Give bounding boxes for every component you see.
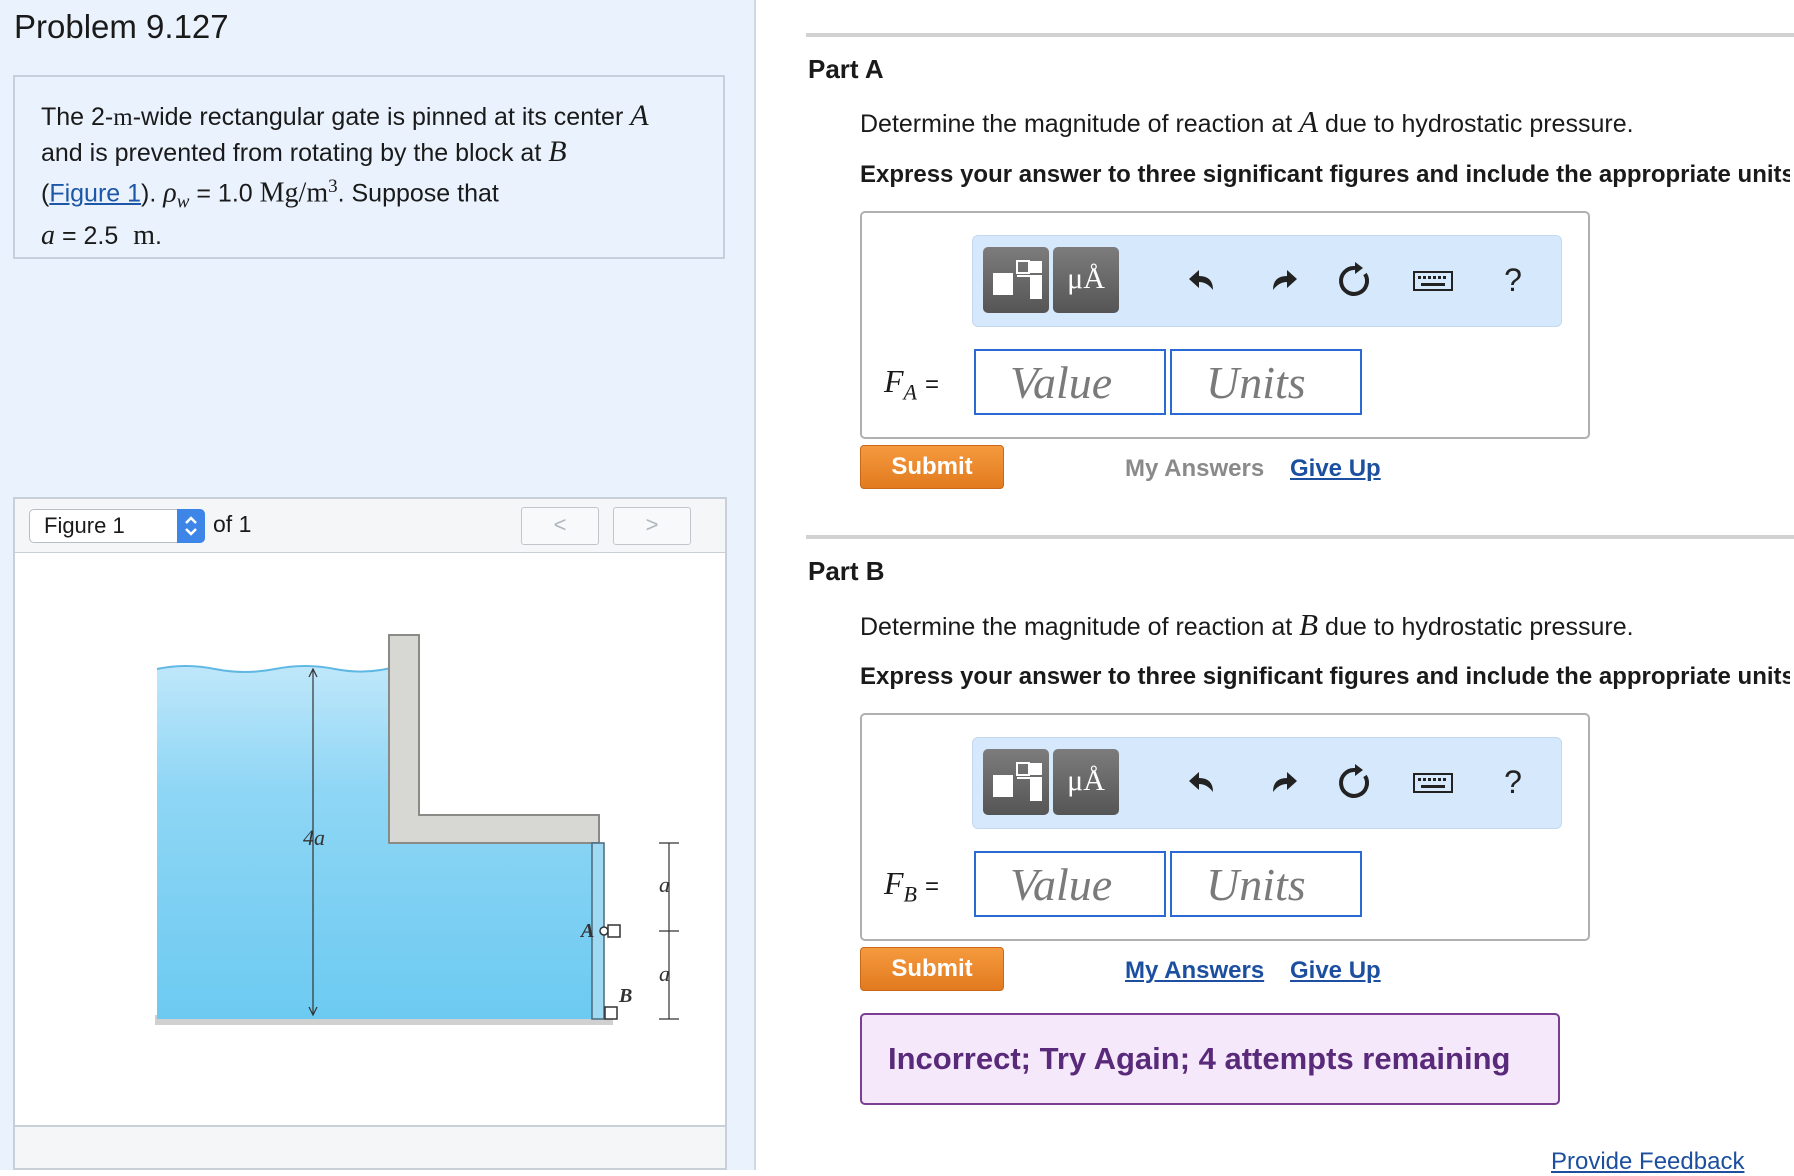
figure-toolbar: Figure 1 of 1 < > bbox=[13, 497, 727, 553]
equals-sign: = bbox=[925, 873, 940, 900]
figure-count: of 1 bbox=[213, 511, 252, 537]
value-input[interactable] bbox=[974, 851, 1166, 917]
units-icon[interactable]: μÅ bbox=[1053, 247, 1119, 313]
rho-equals: = 1.0 bbox=[196, 179, 253, 208]
part-b-my-answers-link[interactable]: My Answers bbox=[1125, 957, 1264, 985]
a-top-label: a bbox=[659, 872, 670, 897]
height-label: 4a bbox=[303, 825, 325, 850]
figure-image: 4a a a A B bbox=[13, 553, 727, 1125]
unit-m: m bbox=[113, 104, 133, 131]
provide-feedback-link[interactable]: Provide Feedback bbox=[1551, 1148, 1744, 1176]
reset-icon[interactable] bbox=[1335, 260, 1375, 300]
part-b-give-up-link[interactable]: Give Up bbox=[1290, 957, 1381, 985]
problem-text: -wide rectangular gate is pinned at its … bbox=[132, 103, 624, 131]
part-b-question: Determine the magnitude of reaction at B… bbox=[860, 607, 1634, 643]
figure-select-value: Figure 1 bbox=[44, 513, 125, 538]
symbol-B: B bbox=[548, 135, 567, 168]
reset-icon[interactable] bbox=[1335, 762, 1375, 802]
value-input[interactable] bbox=[974, 349, 1166, 415]
part-divider bbox=[806, 33, 1794, 37]
units-input[interactable] bbox=[1170, 349, 1362, 415]
problem-text: The 2- bbox=[41, 103, 114, 131]
keyboard-icon[interactable] bbox=[1413, 762, 1453, 802]
left-panel: Problem 9.127 The 2-m-wide rectangular g… bbox=[0, 0, 756, 1170]
templates-icon[interactable] bbox=[983, 247, 1049, 313]
pin-A bbox=[599, 926, 609, 936]
part-a-label[interactable]: Part A bbox=[808, 54, 884, 85]
pin-support bbox=[607, 924, 621, 938]
part-b-label[interactable]: Part B bbox=[808, 556, 885, 587]
rho-sub: w bbox=[176, 191, 190, 213]
keyboard-icon[interactable] bbox=[1413, 260, 1453, 300]
equals-sign: = bbox=[925, 371, 940, 398]
help-icon[interactable]: ? bbox=[1493, 762, 1533, 802]
part-b-submit-button[interactable]: Submit bbox=[860, 947, 1004, 991]
period: . bbox=[155, 222, 162, 251]
var-label-FB: FB = bbox=[884, 865, 939, 907]
part-a-instruction: Express your answer to three significant… bbox=[860, 161, 1790, 188]
var-label-FA: FA = bbox=[884, 363, 939, 405]
question-text: due to hydrostatic pressure. bbox=[1325, 613, 1634, 641]
math-toolbar: μÅ ? bbox=[972, 737, 1562, 829]
units-icon[interactable]: μÅ bbox=[1053, 749, 1119, 815]
question-symbol: A bbox=[1299, 104, 1319, 139]
part-b-answer-box: μÅ ? FB = bbox=[860, 713, 1590, 941]
redo-icon[interactable] bbox=[1263, 260, 1303, 300]
chevron-updown-icon bbox=[177, 509, 205, 543]
feedback-message: Incorrect; Try Again; 4 attempts remaini… bbox=[860, 1013, 1560, 1105]
problem-title: Problem 9.127 bbox=[14, 8, 229, 45]
point-A-label: A bbox=[579, 920, 594, 942]
units-input[interactable] bbox=[1170, 851, 1362, 917]
math-toolbar: μÅ ? bbox=[972, 235, 1562, 327]
part-a-question: Determine the magnitude of reaction at A… bbox=[860, 104, 1634, 140]
templates-icon[interactable] bbox=[983, 749, 1049, 815]
question-text: Determine the magnitude of reaction at bbox=[860, 613, 1293, 641]
a-value: = 2.5 bbox=[61, 222, 119, 251]
symbol-A: A bbox=[630, 99, 649, 132]
question-text: due to hydrostatic pressure. bbox=[1325, 110, 1634, 138]
problem-text: and is prevented from rotating by the bl… bbox=[41, 139, 542, 167]
rho-exp: 3 bbox=[328, 176, 338, 197]
var-subscript: A bbox=[903, 379, 917, 405]
var-symbol: F bbox=[884, 363, 904, 399]
part-a-my-answers-link[interactable]: My Answers bbox=[1125, 455, 1264, 483]
var-subscript: B bbox=[903, 881, 917, 907]
redo-icon[interactable] bbox=[1263, 762, 1303, 802]
part-a-submit-button[interactable]: Submit bbox=[860, 445, 1004, 489]
part-b-instruction: Express your answer to three significant… bbox=[860, 663, 1790, 690]
rho-unit: Mg/m bbox=[259, 177, 329, 209]
next-figure-button[interactable]: > bbox=[613, 507, 691, 545]
question-symbol: B bbox=[1299, 607, 1319, 642]
rho-symbol: ρ bbox=[163, 177, 177, 209]
a-unit: m bbox=[133, 220, 155, 252]
figure-link[interactable]: Figure 1 bbox=[49, 179, 141, 207]
figure-select[interactable]: Figure 1 bbox=[29, 509, 205, 543]
question-text: Determine the magnitude of reaction at bbox=[860, 110, 1293, 138]
help-icon[interactable]: ? bbox=[1493, 260, 1533, 300]
gate-diagram: 4a a a A B bbox=[155, 634, 679, 1025]
part-a-answer-box: μÅ ? FA = bbox=[860, 211, 1590, 439]
a-symbol: a bbox=[41, 220, 55, 252]
block-B bbox=[604, 1006, 618, 1020]
close-paren: ). bbox=[141, 179, 157, 208]
problem-text: . Suppose that bbox=[337, 179, 499, 208]
undo-icon[interactable] bbox=[1183, 762, 1223, 802]
concrete-wall bbox=[388, 634, 600, 844]
part-divider bbox=[806, 535, 1794, 539]
figure-footer bbox=[13, 1125, 727, 1170]
var-symbol: F bbox=[884, 865, 904, 901]
undo-icon[interactable] bbox=[1183, 260, 1223, 300]
a-bottom-label: a bbox=[659, 961, 670, 986]
prev-figure-button[interactable]: < bbox=[521, 507, 599, 545]
part-a-give-up-link[interactable]: Give Up bbox=[1290, 455, 1381, 483]
point-B-label: B bbox=[618, 985, 632, 1007]
problem-statement: The 2-m-wide rectangular gate is pinned … bbox=[13, 75, 725, 259]
